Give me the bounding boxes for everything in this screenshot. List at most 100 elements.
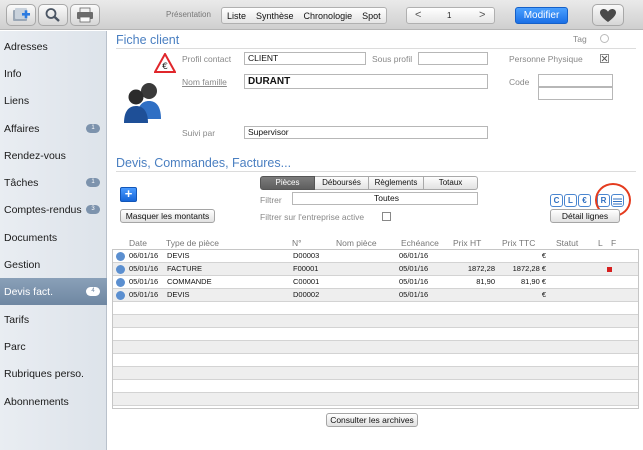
cell-echeance: 05/01/16: [399, 277, 429, 286]
search-button[interactable]: [38, 4, 68, 26]
l-button[interactable]: L: [564, 194, 577, 207]
cell-type: DEVIS: [167, 251, 190, 260]
code-field[interactable]: [538, 74, 613, 87]
consulter-archives-button[interactable]: Consulter les archives: [326, 413, 418, 427]
sidebar-item-abonnements[interactable]: Abonnements: [0, 388, 107, 415]
column-type[interactable]: Type de pièce: [166, 238, 219, 248]
column-prix-ht[interactable]: Prix HT: [453, 238, 481, 248]
column-f[interactable]: F: [611, 238, 616, 248]
table-row[interactable]: 05/01/16 COMMANDE C00001 05/01/16 81,90 …: [113, 276, 638, 289]
sidebar-item-adresses[interactable]: Adresses: [0, 33, 107, 60]
sidebar-item-liens[interactable]: Liens: [0, 87, 107, 114]
sidebar-item-devis-fact[interactable]: Devis fact. 4: [0, 278, 107, 305]
sidebar-item-comptes-rendus[interactable]: Comptes-rendus 3: [0, 196, 107, 223]
sidebar-item-label: Documents: [4, 231, 58, 244]
divider: [116, 171, 636, 172]
tab-totaux[interactable]: Totaux: [424, 176, 478, 190]
sidebar-item-rendez-vous[interactable]: Rendez-vous: [0, 142, 107, 169]
sidebar-item-rubriques-perso[interactable]: Rubriques perso.: [0, 360, 107, 387]
pager: < 1 >: [406, 7, 495, 24]
tab-debourses[interactable]: Déboursés: [315, 176, 369, 190]
personne-physique-label: Personne Physique: [509, 54, 583, 64]
sidebar-item-tarifs[interactable]: Tarifs: [0, 306, 107, 333]
tag-radio[interactable]: [600, 34, 609, 43]
c-button[interactable]: C: [550, 194, 563, 207]
magnifier-icon[interactable]: [116, 278, 125, 287]
favorite-button[interactable]: [592, 4, 624, 26]
sidebar-item-label: Parc: [4, 340, 26, 353]
cell-date: 05/01/16: [129, 290, 159, 299]
sidebar-item-label: Comptes-rendus: [4, 203, 82, 216]
empty-row: [113, 328, 638, 341]
svg-text:€: €: [162, 62, 168, 72]
column-nom-piece[interactable]: Nom pièce: [336, 238, 377, 248]
heart-icon: [600, 8, 616, 22]
column-l[interactable]: L: [598, 238, 603, 248]
presentation-label: Présentation: [166, 10, 211, 19]
add-piece-button[interactable]: +: [120, 187, 137, 202]
column-prix-ttc[interactable]: Prix TTC: [502, 238, 535, 248]
sidebar-item-info[interactable]: Info: [0, 60, 107, 87]
devis-section-title: Devis, Commandes, Factures...: [116, 156, 292, 170]
sidebar-item-gestion[interactable]: Gestion: [0, 251, 107, 278]
modifier-button[interactable]: Modifier: [515, 7, 568, 24]
sidebar-item-label: Gestion: [4, 258, 41, 271]
sidebar-item-label: Rubriques perso.: [4, 367, 84, 380]
filtrer-select[interactable]: Toutes: [292, 192, 478, 205]
sidebar-item-label: Adresses: [4, 40, 48, 53]
cell-date: 05/01/16: [129, 264, 159, 273]
column-numero[interactable]: N°: [292, 238, 302, 248]
magnifier-icon[interactable]: [116, 265, 125, 274]
code-label: Code: [509, 77, 530, 87]
sidebar-item-label: Abonnements: [4, 395, 69, 408]
profil-contact-field[interactable]: CLIENT: [244, 52, 366, 65]
print-button[interactable]: [70, 4, 100, 26]
cell-type: FACTURE: [167, 264, 203, 273]
filtrer-label: Filtrer: [260, 195, 282, 205]
view-chronologie[interactable]: Chronologie: [299, 11, 358, 21]
personne-physique-checkbox[interactable]: [600, 54, 609, 63]
empty-row: [113, 302, 638, 315]
code-field-2[interactable]: [538, 87, 613, 100]
cell-echeance: 06/01/16: [399, 251, 429, 260]
tab-reglements[interactable]: Règlements: [369, 176, 424, 190]
sidebar-item-affaires[interactable]: Affaires 1: [0, 115, 107, 142]
sidebar-item-taches[interactable]: Tâches 1: [0, 169, 107, 196]
table-row[interactable]: 05/01/16 FACTURE F00001 05/01/16 1872,28…: [113, 263, 638, 276]
view-spot[interactable]: Spot: [357, 11, 386, 21]
filtrer-entreprise-checkbox[interactable]: [382, 212, 391, 221]
sidebar-item-parc[interactable]: Parc: [0, 333, 107, 360]
sous-profil-field[interactable]: [418, 52, 488, 65]
tab-pieces[interactable]: Pièces: [260, 176, 315, 190]
sidebar-item-label: Liens: [4, 94, 30, 107]
suivi-par-field[interactable]: Supervisor: [244, 126, 488, 139]
table-row[interactable]: 05/01/16 DEVIS D00002 05/01/16 €: [113, 289, 638, 302]
add-button[interactable]: [6, 4, 36, 26]
view-synthese[interactable]: Synthèse: [251, 11, 299, 21]
main-panel: Fiche client Tag € Profil contact CLIENT…: [108, 31, 643, 450]
masquer-montants-button[interactable]: Masquer les montants: [120, 209, 215, 223]
next-page-button[interactable]: >: [479, 9, 485, 21]
nom-famille-label[interactable]: Nom famille: [182, 77, 227, 87]
magnifier-icon[interactable]: [116, 291, 125, 300]
nom-famille-field[interactable]: DURANT: [244, 74, 488, 89]
table-row[interactable]: 06/01/16 DEVIS D00003 06/01/16 €: [113, 250, 638, 263]
cell-echeance: 05/01/16: [399, 290, 429, 299]
euro-button[interactable]: €: [578, 194, 591, 207]
view-liste[interactable]: Liste: [222, 11, 251, 21]
cell-numero: F00001: [293, 264, 319, 273]
column-statut[interactable]: Statut: [556, 238, 578, 248]
cell-date: 06/01/16: [129, 251, 159, 260]
checkbox-cross-icon: [601, 55, 608, 62]
column-echeance[interactable]: Echéance: [401, 238, 439, 248]
sidebar-item-label: Affaires: [4, 122, 40, 135]
cell-type: DEVIS: [167, 290, 190, 299]
column-date[interactable]: Date: [129, 238, 147, 248]
sidebar-item-documents[interactable]: Documents: [0, 224, 107, 251]
previous-page-button[interactable]: <: [415, 9, 421, 21]
magnifier-icon[interactable]: [116, 252, 125, 261]
detail-lignes-button[interactable]: Détail lignes: [550, 209, 620, 223]
empty-row: [113, 393, 638, 406]
print-icon: [77, 7, 93, 23]
sidebar-item-label: Devis fact.: [4, 285, 54, 298]
